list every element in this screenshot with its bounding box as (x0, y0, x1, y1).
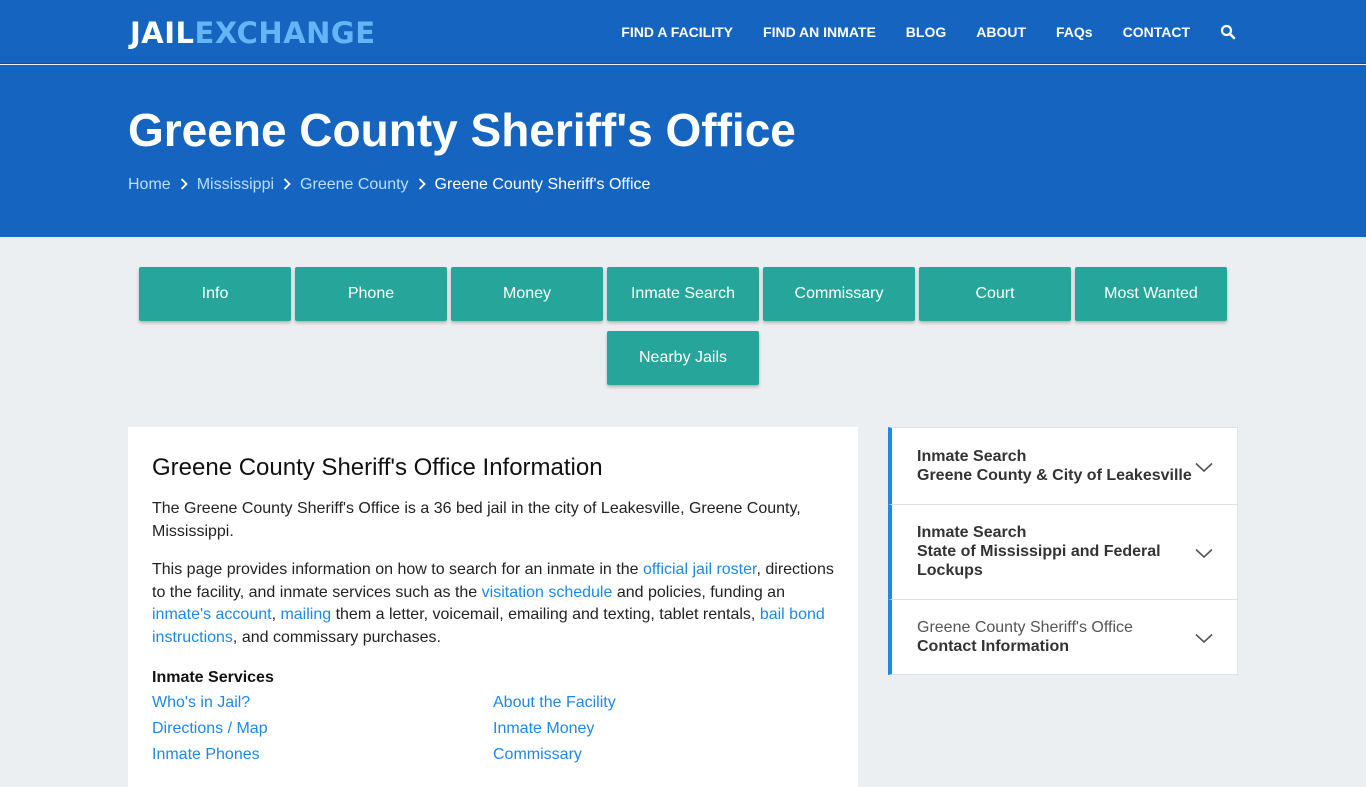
accordion-line1: Inmate Search (917, 448, 1027, 465)
hero-banner: Greene County Sheriff's Office Home Miss… (0, 65, 1366, 237)
accordion-line1: Inmate Search (917, 524, 1027, 541)
chevron-right-icon (180, 177, 188, 193)
info-paragraph-1: The Greene County Sheriff's Office is a … (152, 500, 801, 540)
service-inmate-phones[interactable]: Inmate Phones (152, 746, 260, 764)
search-icon[interactable] (1220, 24, 1236, 40)
nav-find-facility[interactable]: FIND A FACILITY (621, 24, 733, 40)
link-mailing[interactable]: mailing (280, 606, 331, 623)
accordion-line2: Greene County & City of Leakesville (917, 467, 1192, 484)
breadcrumb: Home Mississippi Greene County Greene Co… (128, 176, 650, 194)
chevron-down-icon (1195, 546, 1213, 564)
tab-commissary[interactable]: Commissary (763, 267, 915, 321)
accordion-contact-information[interactable]: Greene County Sheriff's Office Contact I… (888, 599, 1238, 675)
tab-nearby-jails[interactable]: Nearby Jails (607, 331, 759, 385)
accordion-line2: State of Mississippi and Federal (917, 543, 1161, 560)
nav-contact[interactable]: CONTACT (1123, 24, 1190, 40)
logo-part-exchange: EXCHANGE (194, 16, 376, 50)
accordion-title: Inmate Search Greene County & City of Le… (917, 447, 1192, 485)
nav-about[interactable]: ABOUT (976, 24, 1026, 40)
tab-phone[interactable]: Phone (295, 267, 447, 321)
info-card: Greene County Sheriff's Office Informati… (128, 427, 858, 787)
breadcrumb-state[interactable]: Mississippi (197, 176, 274, 194)
service-directions[interactable]: Directions / Map (152, 720, 268, 738)
info-paragraph-2: This page provides information on how to… (152, 559, 842, 649)
site-logo[interactable]: JAILEXCHANGE (130, 16, 376, 50)
text-span: This page provides information on how to… (152, 561, 643, 578)
main-nav: FIND A FACILITY FIND AN INMATE BLOG ABOU… (591, 0, 1236, 64)
chevron-right-icon (283, 177, 291, 193)
nav-blog[interactable]: BLOG (906, 24, 946, 40)
link-visitation-schedule[interactable]: visitation schedule (482, 584, 613, 601)
chevron-down-icon (1195, 460, 1213, 478)
link-jail-roster[interactable]: official jail roster (643, 561, 757, 578)
chevron-down-icon (1195, 631, 1213, 649)
text-span: them a letter, voicemail, emailing and t… (331, 606, 760, 623)
tab-money[interactable]: Money (451, 267, 603, 321)
service-about-facility[interactable]: About the Facility (493, 694, 616, 712)
nav-faqs[interactable]: FAQs (1056, 24, 1093, 40)
logo-part-jail: JAIL (130, 16, 195, 50)
accordion-line1: Greene County Sheriff's Office (917, 619, 1133, 636)
service-whos-in-jail[interactable]: Who's in Jail? (152, 694, 250, 712)
accordion-title: Greene County Sheriff's Office Contact I… (917, 618, 1133, 656)
tab-court[interactable]: Court (919, 267, 1071, 321)
info-heading: Greene County Sheriff's Office Informati… (152, 454, 603, 481)
service-inmate-money[interactable]: Inmate Money (493, 720, 594, 738)
accordion-line3: Lockups (917, 562, 983, 579)
accordion-inmate-search-county[interactable]: Inmate Search Greene County & City of Le… (888, 427, 1238, 505)
text-span: and policies, funding an (612, 583, 785, 601)
chevron-right-icon (418, 177, 426, 193)
page-title: Greene County Sheriff's Office (128, 104, 796, 156)
accordion-title: Inmate Search State of Mississippi and F… (917, 523, 1161, 580)
tab-inmate-search[interactable]: Inmate Search (607, 267, 759, 321)
tab-most-wanted[interactable]: Most Wanted (1075, 267, 1227, 321)
service-commissary[interactable]: Commissary (493, 746, 582, 764)
accordion-inmate-search-state[interactable]: Inmate Search State of Mississippi and F… (888, 504, 1238, 600)
breadcrumb-home[interactable]: Home (128, 176, 171, 194)
nav-find-inmate[interactable]: FIND AN INMATE (763, 24, 876, 40)
link-inmate-account[interactable]: inmate's account (152, 606, 272, 623)
top-navbar: JAILEXCHANGE FIND A FACILITY FIND AN INM… (0, 0, 1366, 64)
tab-info[interactable]: Info (139, 267, 291, 321)
text-span: , and commissary purchases. (232, 628, 441, 646)
breadcrumb-current: Greene County Sheriff's Office (434, 176, 651, 193)
accordion-line2: Contact Information (917, 638, 1069, 655)
services-title: Inmate Services (152, 669, 274, 686)
breadcrumb-county[interactable]: Greene County (300, 176, 409, 194)
